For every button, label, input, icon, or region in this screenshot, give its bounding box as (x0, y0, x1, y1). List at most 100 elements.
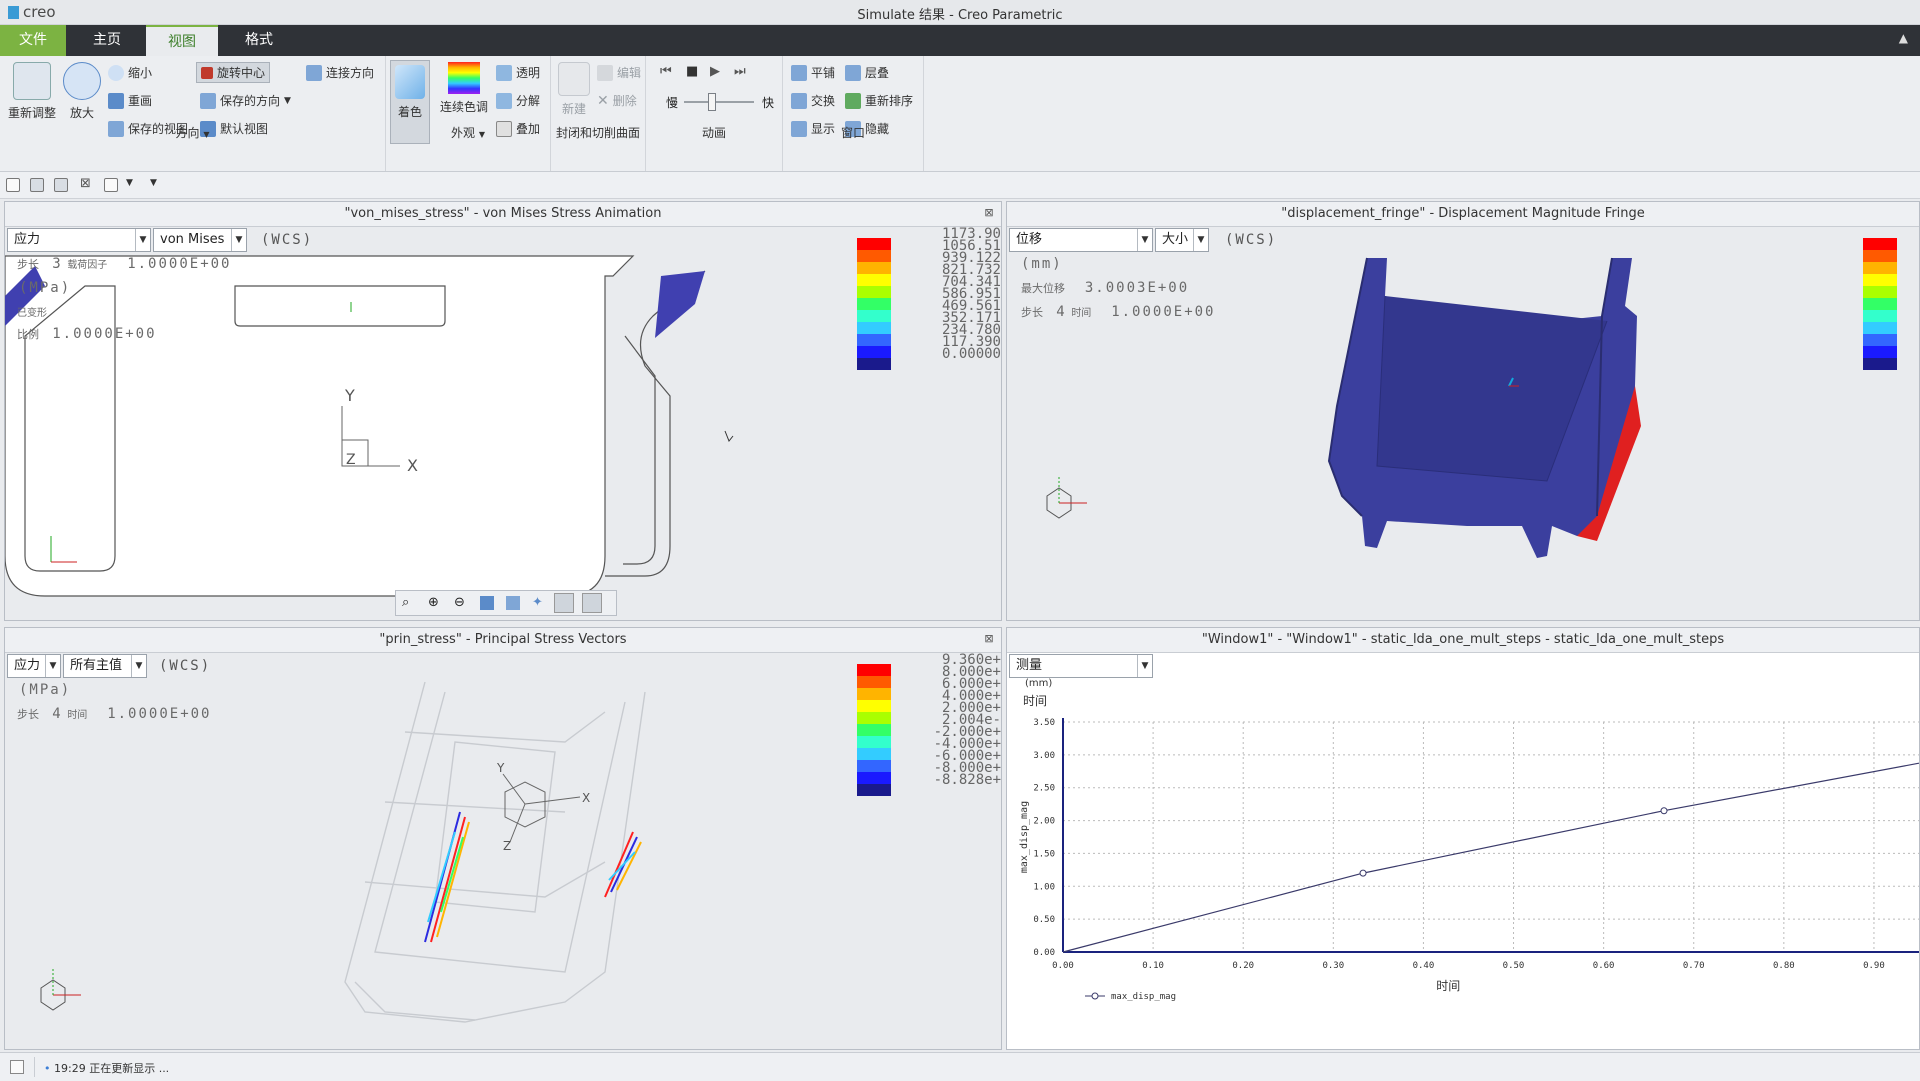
status-message-text: 19:29 正在更新显示 ... (54, 1062, 170, 1075)
zoom-in-button[interactable]: 放大 (62, 62, 102, 121)
x-tick-label: 0.00 (1052, 961, 1074, 971)
displacement-chart[interactable]: 0.00 0.50 1.00 1.50 2.00 2.50 3.00 3.50 0.00 0.10… (1007, 652, 1919, 1049)
component-dropdown[interactable]: von Mises ▼ (153, 228, 247, 252)
repaint-button[interactable]: 重画 (108, 92, 152, 109)
x-tick-label: 0.20 (1232, 961, 1254, 971)
fringe-legend-bar (857, 664, 891, 796)
cascade-label: 层叠 (865, 66, 890, 80)
first-frame-icon[interactable]: ⏮ (660, 64, 672, 79)
tab-file[interactable]: 文件 (0, 25, 66, 56)
legend-label: max_disp_mag (1111, 992, 1176, 1002)
refit-label: 重新调整 (7, 106, 56, 120)
group-label-orientation[interactable]: 方向 ▼ (0, 124, 385, 141)
zoom-out-button[interactable]: 缩小 (108, 64, 152, 81)
y-tick-label: 0.00 (1033, 948, 1055, 958)
axis-z-label: Z (503, 839, 511, 853)
x-tick-label: 0.80 (1773, 961, 1795, 971)
unit-label: (mm) (1021, 256, 1063, 272)
scale-value: 1.0000E+00 (52, 326, 157, 342)
pane-graph[interactable]: "Window1" - "Window1" - static_lda_one_m… (1006, 627, 1920, 1050)
speed-slider-track[interactable] (684, 101, 754, 103)
spin-center-button[interactable]: 旋转中心 (196, 62, 271, 83)
capping-new-label: 新建 (561, 102, 586, 116)
mouse-cursor-icon (724, 430, 734, 442)
message-log-icon[interactable] (10, 1060, 24, 1074)
tab-home[interactable]: 主页 (74, 25, 140, 56)
legend-color-swatch (857, 736, 891, 748)
tab-format[interactable]: 格式 (224, 25, 294, 56)
capping-delete-button[interactable]: ✕ 删除 (597, 92, 637, 109)
group-label-appearance[interactable]: 外观 ▼ (386, 124, 550, 141)
spin-center-toggle-icon[interactable] (554, 593, 574, 613)
legend-color-swatch (857, 238, 891, 250)
status-message: • 19:29 正在更新显示 ... (44, 1060, 169, 1076)
close-window-icon[interactable]: ⊠ (80, 176, 91, 191)
repaint-icon[interactable] (480, 596, 494, 610)
stop-icon[interactable]: ■ (686, 64, 698, 79)
pane-displacement[interactable]: "displacement_fringe" - Displacement Mag… (1006, 201, 1920, 621)
capping-edit-button[interactable]: 编辑 (597, 64, 641, 81)
x-axis-title: 时间 (1436, 979, 1460, 993)
refit-icon[interactable]: ⌕ (402, 595, 409, 610)
edit-icon (597, 64, 613, 81)
component-dropdown[interactable]: 所有主值 ▼ (63, 654, 147, 678)
window-title: Simulate 结果 - Creo Parametric (857, 8, 1063, 23)
chevron-down-icon: ▼ (131, 655, 146, 677)
legend-color-swatch (1863, 286, 1897, 298)
zoom-in-label: 放大 (69, 106, 94, 120)
close-pane-icon[interactable]: ⊠ (983, 207, 995, 219)
axis-x-label: X (407, 456, 418, 475)
scale-label: 比例 (17, 328, 39, 341)
cascade-button[interactable]: 层叠 (845, 64, 889, 81)
capping-new-button[interactable]: 新建 (555, 62, 593, 117)
close-pane-icon[interactable]: ⊠ (983, 633, 995, 645)
customize-qat-icon[interactable]: ▼ (150, 178, 157, 188)
zoom-in-icon[interactable]: ⊕ (428, 595, 439, 610)
axis-y-label: Y (344, 386, 355, 405)
pane-title-principal-stress: "prin_stress" - Principal Stress Vectors (5, 628, 1001, 653)
pane-principal-stress[interactable]: "prin_stress" - Principal Stress Vectors… (4, 627, 1002, 1050)
stress-hotspot (655, 271, 705, 338)
group-capping: 新建 编辑 ✕ 删除 封闭和切削曲面 (551, 56, 646, 171)
reorder-icon (845, 92, 861, 109)
swap-button[interactable]: 交换 (791, 92, 835, 109)
transparent-icon (496, 64, 512, 81)
collapse-ribbon-icon[interactable]: ▲ (1899, 31, 1908, 45)
tile-button[interactable]: 平铺 (791, 64, 835, 81)
result-type-dropdown[interactable]: 应力 ▼ (7, 228, 151, 252)
orient-mode-icon[interactable] (582, 593, 602, 613)
swap-icon (791, 92, 807, 109)
result-type-dropdown[interactable]: 位移 ▼ (1009, 228, 1153, 252)
saved-views-icon[interactable] (506, 596, 520, 610)
result-type-dropdown[interactable]: 应力 ▼ (7, 654, 61, 678)
y-axis-title: max_disp_mag (1019, 801, 1030, 873)
tab-view[interactable]: 视图 (146, 25, 218, 56)
windows-icon[interactable] (104, 178, 118, 192)
pane-von-mises[interactable]: "von_mises_stress" - von Mises Stress An… (4, 201, 1002, 621)
last-frame-icon[interactable]: ⏭ (734, 64, 746, 79)
zoom-in-icon (63, 62, 101, 100)
display-style-icon[interactable]: ✦ (532, 595, 543, 610)
y-tick-label: 2.00 (1033, 817, 1055, 827)
legend-color-swatch (857, 310, 891, 322)
von-mises-viewport[interactable]: Y X Z (5, 226, 1001, 620)
saved-orientations-button[interactable]: 保存的方向 ▼ (200, 92, 291, 109)
legend-color-swatch (857, 688, 891, 700)
save-all-icon[interactable] (54, 178, 68, 192)
transparent-button[interactable]: 透明 (496, 64, 540, 81)
continuous-tone-button[interactable]: 连续色调 (436, 62, 492, 115)
play-icon[interactable]: ▶ (710, 64, 720, 79)
time-label: 时间 (1071, 308, 1092, 319)
component-dropdown[interactable]: 大小 ▼ (1155, 228, 1209, 252)
new-file-icon[interactable] (6, 178, 20, 192)
speed-slider-thumb[interactable] (708, 93, 716, 111)
save-icon[interactable] (30, 178, 44, 192)
zoom-out-icon[interactable]: ⊖ (454, 595, 465, 610)
legend-color-swatch (857, 346, 891, 358)
chevron-down-icon[interactable]: ▼ (126, 178, 133, 188)
refit-button[interactable]: 重新调整 (6, 62, 58, 121)
explode-button[interactable]: 分解 (496, 92, 540, 109)
connect-direction-button[interactable]: 连接方向 (306, 64, 374, 81)
coord-system-label: (WCS) (1225, 232, 1278, 248)
reorder-button[interactable]: 重新排序 (845, 92, 913, 109)
